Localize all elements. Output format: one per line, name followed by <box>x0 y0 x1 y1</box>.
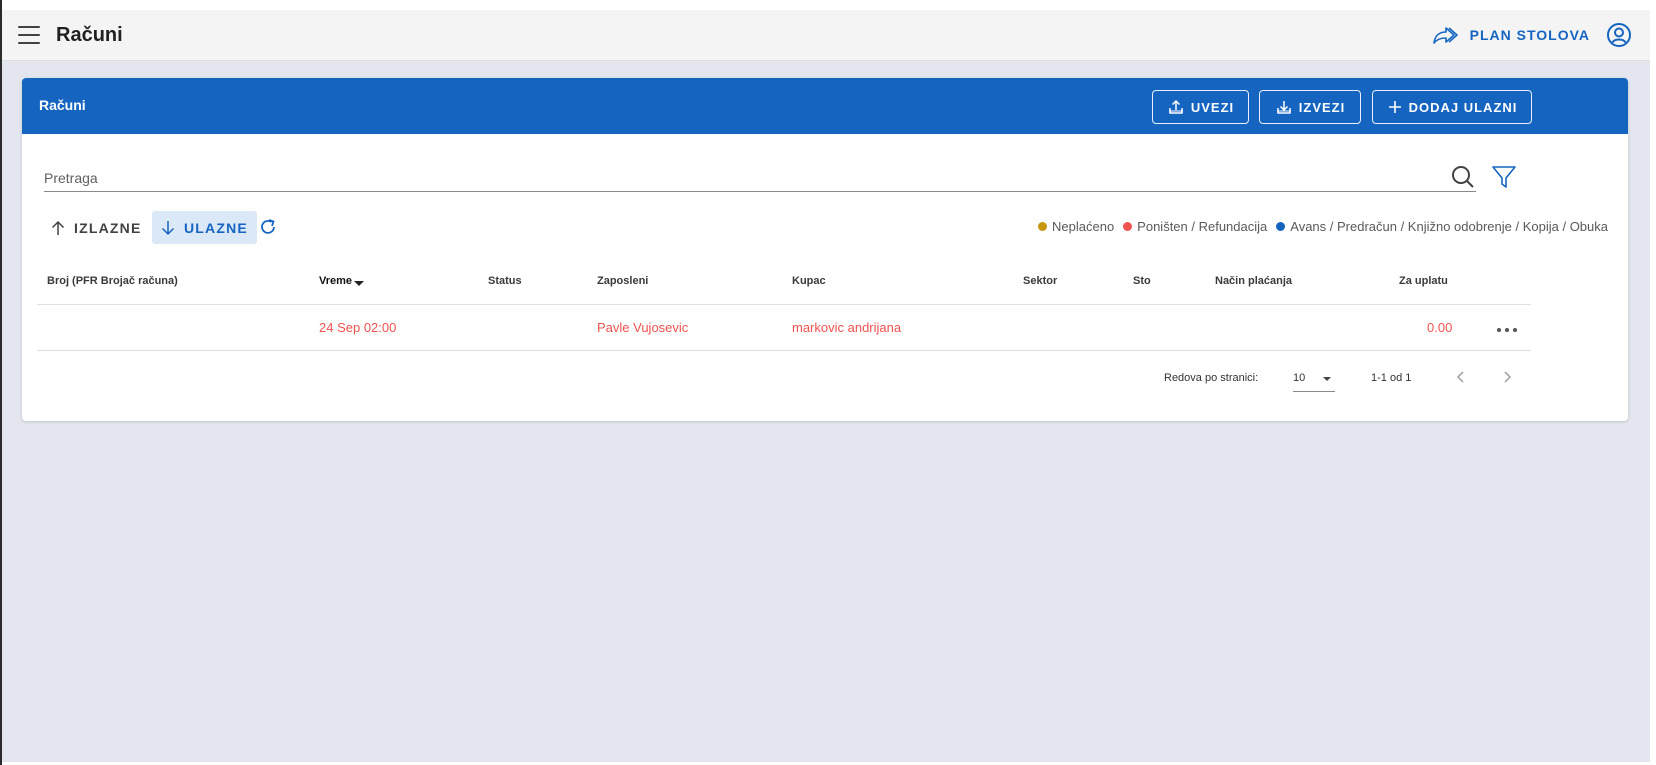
column-header-sector[interactable]: Sektor <box>1023 275 1057 287</box>
plan-stolova-label: PLAN STOLOVA <box>1469 27 1590 43</box>
cell-employee: Pavle Vujosevic <box>597 320 689 335</box>
column-header-table[interactable]: Sto <box>1133 275 1151 287</box>
rows-per-page-select[interactable]: 10 <box>1293 366 1335 392</box>
legend-item-unpaid: Neplaćeno <box>1034 219 1114 234</box>
outgoing-toggle-button[interactable]: IZLAZNE <box>42 211 151 244</box>
page-title: Računi <box>56 24 123 46</box>
cell-amount: 0.00 <box>1427 320 1453 335</box>
rows-per-page-value: 10 <box>1293 372 1306 384</box>
column-header-payment[interactable]: Način plaćanja <box>1215 275 1292 287</box>
search-field[interactable] <box>44 166 1476 192</box>
hamburger-menu-icon[interactable] <box>16 23 42 47</box>
export-button[interactable]: IZVEZI <box>1259 90 1361 124</box>
export-label: IZVEZI <box>1298 99 1346 115</box>
plus-icon <box>1388 101 1401 113</box>
arrow-down-icon <box>161 220 175 235</box>
legend-item-cancelled: Poništen / Refundacija <box>1119 219 1267 234</box>
plan-stolova-button[interactable]: PLAN STOLOVA <box>1432 20 1590 50</box>
upload-icon <box>1168 99 1183 114</box>
column-header-number[interactable]: Broj (PFR Brojač računa) <box>47 275 178 287</box>
download-icon <box>1276 101 1291 114</box>
legend-cancelled-label: Poništen / Refundacija <box>1137 219 1268 234</box>
incoming-toggle-button[interactable]: ULAZNE <box>152 211 257 244</box>
forward-arrow-icon <box>1432 27 1458 44</box>
add-incoming-button[interactable]: DODAJ ULAZNI <box>1372 90 1532 124</box>
search-input[interactable] <box>44 166 1476 190</box>
next-page-icon[interactable] <box>1500 370 1514 384</box>
unpaid-dot-icon <box>1038 222 1048 231</box>
sort-desc-icon <box>354 281 365 286</box>
legend-advance-label: Avans / Predračun / Knjižno odobrenje / … <box>1290 219 1608 234</box>
column-header-customer[interactable]: Kupac <box>792 275 826 287</box>
prev-page-icon[interactable] <box>1454 370 1468 384</box>
legend-item-advance: Avans / Predračun / Knjižno odobrenje / … <box>1272 219 1608 234</box>
advance-dot-icon <box>1276 222 1286 231</box>
import-label: UVEZI <box>1190 99 1235 115</box>
search-icon[interactable] <box>1450 164 1476 190</box>
import-button[interactable]: UVEZI <box>1152 90 1249 124</box>
column-header-status[interactable]: Status <box>488 275 522 287</box>
outgoing-label: IZLAZNE <box>74 219 142 236</box>
cell-customer: markovic andrijana <box>792 320 902 335</box>
app-window: Računi PLAN STOLOVA Računi UVEZI IZVEZI … <box>2 10 1650 762</box>
caret-down-icon <box>1323 377 1331 381</box>
pagination-range: 1-1 od 1 <box>1371 372 1412 384</box>
column-header-employee[interactable]: Zaposleni <box>597 275 648 287</box>
status-legend: Neplaćeno Poništen / Refundacija Avans /… <box>1034 219 1608 234</box>
column-header-time[interactable]: Vreme <box>319 275 365 287</box>
invoices-card: Računi UVEZI IZVEZI DODAJ ULAZNI Pretrag… <box>22 78 1628 421</box>
column-header-amount[interactable]: Za uplatu <box>1399 275 1448 287</box>
legend-unpaid-label: Neplaćeno <box>1052 219 1115 234</box>
filter-icon[interactable] <box>1491 164 1517 190</box>
more-options-icon[interactable] <box>1496 327 1518 333</box>
cell-time: 24 Sep 02:00 <box>319 320 397 335</box>
account-icon[interactable] <box>1606 22 1632 48</box>
cancelled-dot-icon <box>1123 222 1133 231</box>
arrow-up-icon <box>51 220 65 235</box>
add-incoming-label: DODAJ ULAZNI <box>1408 99 1518 115</box>
table-row[interactable] <box>37 305 1531 350</box>
top-app-bar: Računi PLAN STOLOVA <box>2 10 1650 61</box>
column-header-time-label: Vreme <box>319 275 353 287</box>
rows-per-page-label: Redova po stranici: <box>1164 372 1259 384</box>
incoming-label: ULAZNE <box>184 219 248 236</box>
row-divider <box>37 350 1531 351</box>
card-title: Računi <box>39 97 86 113</box>
refresh-icon[interactable] <box>258 217 278 237</box>
card-header: Računi UVEZI IZVEZI DODAJ ULAZNI <box>22 78 1628 134</box>
